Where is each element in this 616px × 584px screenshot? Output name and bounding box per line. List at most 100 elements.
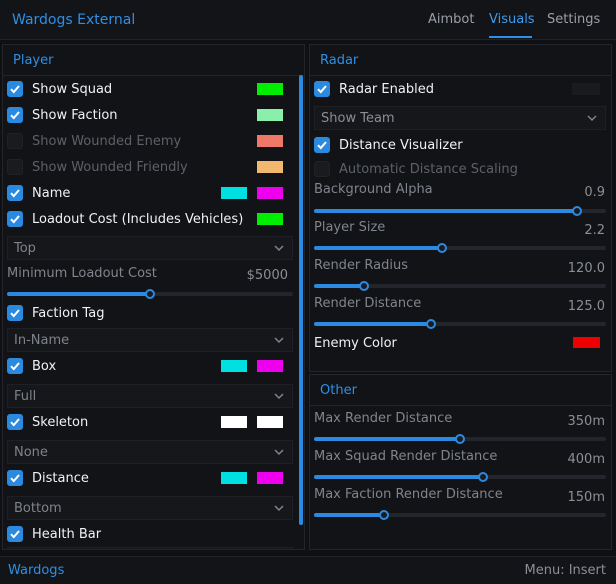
slider-fill (314, 322, 431, 326)
slider-fill (314, 209, 577, 213)
show-squad-toggle[interactable]: Show Squad (7, 77, 112, 101)
radar-enabled-checkbox[interactable] (314, 81, 330, 97)
distance-toggle[interactable]: Distance (7, 466, 89, 490)
render-distance-slider[interactable] (314, 319, 606, 329)
check-icon (10, 530, 20, 539)
max-faction-render-distance-slider[interactable] (314, 510, 606, 520)
slider-handle[interactable] (145, 289, 155, 299)
slider-handle[interactable] (478, 472, 489, 482)
player-section-divider (3, 75, 304, 76)
skeleton-color-primary[interactable] (221, 416, 247, 428)
slider-handle[interactable] (437, 243, 448, 253)
auto-distance-scaling-checkbox[interactable] (314, 161, 330, 177)
name-color-secondary[interactable] (257, 187, 283, 199)
faction-tag-label: Faction Tag (32, 305, 105, 321)
box-color-secondary[interactable] (257, 360, 283, 372)
max-squad-render-distance-value: 400m (567, 452, 605, 467)
name-toggle[interactable]: Name (7, 181, 70, 205)
slider-handle[interactable] (358, 281, 369, 291)
radar-panel: Radar Radar Enabled Show Team Distance V… (309, 44, 612, 372)
distance-visualizer-toggle[interactable]: Distance Visualizer (314, 133, 463, 157)
show-squad-checkbox[interactable] (7, 81, 23, 97)
enemy-color-swatch[interactable] (573, 337, 600, 348)
tab-visuals[interactable]: Visuals (489, 12, 535, 27)
chevron-down-icon (274, 245, 284, 252)
name-color-primary[interactable] (221, 187, 247, 199)
min-loadout-cost-slider[interactable] (7, 289, 293, 299)
radar-enabled-color[interactable] (572, 83, 600, 95)
player-size-label: Player Size (314, 220, 386, 235)
box-color-primary[interactable] (221, 360, 247, 372)
loadout-cost-label: Loadout Cost (Includes Vehicles) (32, 211, 244, 227)
name-checkbox[interactable] (7, 185, 23, 201)
radar-section-divider (310, 75, 611, 76)
box-mode-dropdown[interactable]: Full (7, 384, 293, 408)
box-mode-value: Full (14, 389, 37, 404)
slider-fill (7, 292, 150, 296)
name-label: Name (32, 185, 71, 201)
player-panel-scrollbar[interactable] (299, 75, 303, 525)
show-wounded-friendly-toggle[interactable]: Show Wounded Friendly (7, 155, 188, 179)
tab-aimbot[interactable]: Aimbot (428, 12, 474, 27)
max-squad-render-distance-slider[interactable] (314, 472, 606, 482)
health-bar-checkbox[interactable] (7, 526, 23, 542)
status-bar: Wardogs Menu: Insert (0, 556, 616, 584)
chevron-down-icon (274, 449, 284, 456)
player-size-slider[interactable] (314, 243, 606, 253)
loadout-position-dropdown[interactable]: Top (7, 236, 293, 260)
max-render-distance-slider[interactable] (314, 434, 606, 444)
health-bar-toggle[interactable]: Health Bar (7, 522, 101, 546)
chevron-down-icon (274, 505, 284, 512)
distance-visualizer-checkbox[interactable] (314, 137, 330, 153)
show-wounded-enemy-color[interactable] (257, 135, 283, 147)
distance-position-value: Bottom (14, 501, 62, 516)
skeleton-toggle[interactable]: Skeleton (7, 410, 88, 434)
auto-distance-scaling-toggle[interactable]: Automatic Distance Scaling (314, 157, 518, 181)
distance-position-dropdown[interactable]: Bottom (7, 496, 293, 520)
check-icon (10, 85, 20, 94)
show-wounded-friendly-checkbox[interactable] (7, 159, 23, 175)
show-faction-checkbox[interactable] (7, 107, 23, 123)
loadout-cost-toggle[interactable]: Loadout Cost (Includes Vehicles) (7, 207, 243, 231)
distance-visualizer-label: Distance Visualizer (339, 137, 463, 153)
radar-section-title: Radar (320, 53, 359, 68)
check-icon (10, 111, 20, 120)
box-checkbox[interactable] (7, 358, 23, 374)
skeleton-mode-dropdown[interactable]: None (7, 440, 293, 464)
radar-enabled-toggle[interactable]: Radar Enabled (314, 77, 434, 101)
show-wounded-friendly-color[interactable] (257, 161, 283, 173)
distance-checkbox[interactable] (7, 470, 23, 486)
other-section-divider (310, 405, 611, 406)
loadout-cost-color[interactable] (257, 213, 283, 225)
slider-handle[interactable] (571, 206, 582, 216)
max-render-distance-value: 350m (567, 414, 605, 429)
box-toggle[interactable]: Box (7, 354, 56, 378)
slider-fill (314, 246, 443, 250)
show-faction-color[interactable] (257, 109, 283, 121)
radar-team-dropdown[interactable]: Show Team (314, 106, 606, 130)
chevron-down-icon (274, 337, 284, 344)
distance-color-primary[interactable] (221, 472, 247, 484)
show-wounded-enemy-checkbox[interactable] (7, 133, 23, 149)
other-panel: Other Max Render Distance 350m Max Squad… (309, 374, 612, 550)
background-alpha-slider[interactable] (314, 206, 606, 216)
distance-color-secondary[interactable] (257, 472, 283, 484)
faction-tag-checkbox[interactable] (7, 305, 23, 321)
faction-tag-toggle[interactable]: Faction Tag (7, 301, 104, 325)
skeleton-checkbox[interactable] (7, 414, 23, 430)
max-faction-render-distance-label: Max Faction Render Distance (314, 487, 503, 502)
skeleton-color-secondary[interactable] (257, 416, 283, 428)
show-faction-toggle[interactable]: Show Faction (7, 103, 118, 127)
loadout-cost-checkbox[interactable] (7, 211, 23, 227)
render-distance-value: 125.0 (567, 299, 605, 314)
tab-settings[interactable]: Settings (547, 12, 600, 27)
title-bar: Wardogs External Aimbot Visuals Settings (0, 0, 616, 40)
render-radius-slider[interactable] (314, 281, 606, 291)
show-squad-color[interactable] (257, 83, 283, 95)
slider-handle[interactable] (425, 319, 436, 329)
slider-handle[interactable] (455, 434, 465, 444)
show-wounded-enemy-toggle[interactable]: Show Wounded Enemy (7, 129, 181, 153)
faction-tag-mode-dropdown[interactable]: In-Name (7, 328, 293, 352)
slider-handle[interactable] (379, 510, 390, 520)
health-bar-mode-dropdown-partial[interactable] (7, 547, 293, 549)
